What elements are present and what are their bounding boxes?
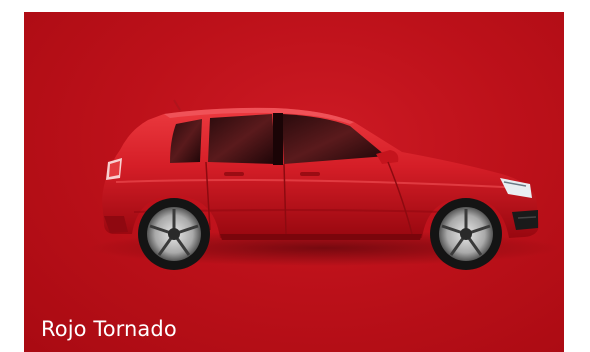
red-hatchback-car-icon [89,99,559,270]
color-swatch-card[interactable]: Rojo Tornado [24,12,564,352]
color-name-label: Rojo Tornado [41,317,177,341]
car-image [24,12,564,352]
